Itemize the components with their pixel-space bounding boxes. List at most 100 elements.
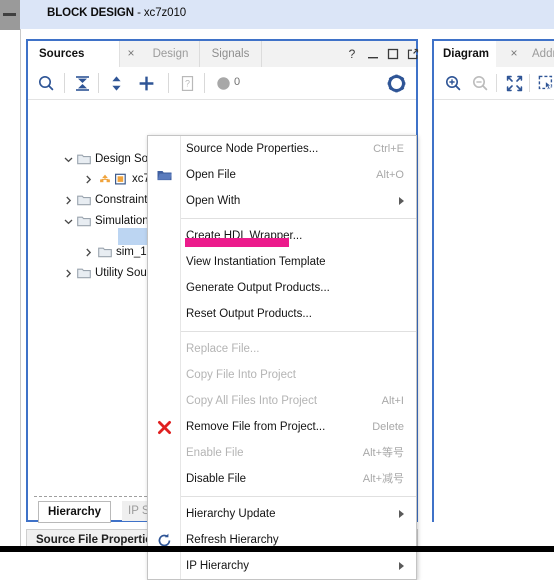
chevron-down-icon[interactable] — [63, 154, 74, 165]
red-x-icon — [156, 419, 173, 436]
maximize-icon[interactable] — [385, 46, 401, 62]
menu-item-generate-output-products[interactable]: Generate Output Products... — [148, 275, 416, 301]
chevron-right-icon[interactable] — [63, 268, 74, 279]
source-file-properties-title: Source File Propertie — [36, 534, 152, 546]
menu-item-shortcut: Alt+I — [381, 395, 404, 407]
menu-separator — [180, 331, 416, 332]
menu-item-hierarchy-update[interactable]: Hierarchy Update — [148, 501, 416, 527]
menu-item-shortcut: Alt+O — [376, 169, 404, 181]
close-icon[interactable]: × — [124, 46, 138, 60]
menu-item-label: IP Hierarchy — [186, 560, 250, 572]
menu-item-label: Reset Output Products... — [186, 308, 312, 320]
settings-gear-icon[interactable] — [386, 73, 407, 94]
menu-item-label: Open With — [186, 195, 241, 207]
context-menu[interactable]: Source Node Properties... Ctrl+E Open Fi… — [147, 135, 417, 580]
tree-label: sim_1 — [116, 246, 147, 258]
zoom-in-icon[interactable] — [443, 73, 464, 94]
left-vertical-rail — [0, 0, 21, 552]
menu-item-remove-file-from-project[interactable]: Remove File from Project... Delete — [148, 414, 416, 440]
status-dot-icon — [213, 73, 234, 94]
page-title-label: BLOCK DESIGN — [47, 7, 134, 19]
menu-item-shortcut: Ctrl+E — [373, 143, 404, 155]
tab-signals[interactable]: Signals — [200, 41, 262, 67]
diagram-tabbar: Diagram × Addr — [434, 41, 554, 68]
menu-item-enable-file: Enable File Alt+等号 — [148, 440, 416, 466]
select-area-icon[interactable] — [536, 73, 554, 94]
menu-separator — [180, 496, 416, 497]
diagram-toolbar — [434, 67, 554, 100]
menu-item-label: Remove File from Project... — [186, 421, 326, 433]
tab-address-editor[interactable]: Addr — [526, 41, 554, 67]
help-icon[interactable]: ? — [344, 46, 360, 62]
magenta-highlight-annotation — [185, 238, 289, 247]
svg-text:?: ? — [185, 78, 190, 88]
block-design-icon — [98, 173, 112, 185]
menu-separator — [180, 218, 416, 219]
submenu-arrow-icon — [399, 562, 404, 570]
chevron-right-icon[interactable] — [83, 247, 94, 258]
menu-item-open-with[interactable]: Open With — [148, 188, 416, 214]
chevron-right-icon[interactable] — [83, 174, 94, 185]
menu-item-copy-all-files-into-project: Copy All Files Into Project Alt+I — [148, 388, 416, 414]
menu-item-label: Replace File... — [186, 343, 260, 355]
bottom-black-bar — [0, 546, 554, 552]
chevron-right-icon[interactable] — [63, 195, 74, 206]
menu-item-label: Enable File — [186, 447, 244, 459]
expand-collapse-icon[interactable] — [106, 73, 127, 94]
page-title-separator: - — [133, 7, 144, 19]
menu-item-open-file[interactable]: Open File Alt+O — [148, 162, 416, 188]
folder-icon — [77, 153, 91, 165]
sources-toolbar: ? 0 — [28, 67, 416, 100]
menu-item-label: Disable File — [186, 473, 247, 485]
report-icon: ? — [177, 73, 198, 94]
menu-item-shortcut: Alt+减号 — [362, 473, 404, 485]
tree-label: Constraints — [95, 194, 154, 206]
page-title-device: xc7z010 — [143, 7, 187, 19]
minimize-dash-icon — [3, 13, 16, 16]
float-window-icon[interactable] — [405, 46, 421, 62]
folder-icon — [98, 246, 112, 258]
page-title: BLOCK DESIGN - xc7z010 — [47, 7, 186, 19]
zoom-fit-icon[interactable] — [504, 73, 525, 94]
minimize-icon[interactable] — [365, 46, 381, 62]
menu-item-shortcut: Alt+等号 — [362, 447, 404, 459]
zoom-out-icon — [470, 73, 491, 94]
menu-item-label: View Instantiation Template — [186, 256, 326, 268]
submenu-arrow-icon — [399, 510, 404, 518]
menu-item-label: Open File — [186, 169, 236, 181]
menu-item-source-node-properties[interactable]: Source Node Properties... Ctrl+E — [148, 136, 416, 162]
menu-item-label: Copy File Into Project — [186, 369, 296, 381]
collapse-all-icon[interactable] — [72, 73, 93, 94]
sources-tabbar: Sources × Design Signals ? — [28, 41, 419, 68]
menu-item-label: Source Node Properties... — [186, 143, 319, 155]
bd-file-icon — [114, 173, 128, 185]
tab-sources[interactable]: Sources — [28, 41, 120, 67]
status-count: 0 — [234, 76, 241, 88]
tab-hierarchy[interactable]: Hierarchy — [38, 501, 112, 523]
menu-item-shortcut: Delete — [372, 421, 404, 433]
folder-icon — [77, 194, 91, 206]
submenu-arrow-icon — [399, 197, 404, 205]
folder-icon — [77, 215, 91, 227]
block-design-titlebar: BLOCK DESIGN - xc7z010 — [20, 0, 554, 29]
tab-diagram[interactable]: Diagram — [434, 41, 496, 67]
open-folder-icon — [156, 167, 173, 184]
menu-item-label: Generate Output Products... — [186, 282, 330, 294]
chevron-down-icon[interactable] — [63, 216, 74, 227]
folder-icon — [77, 267, 91, 279]
menu-item-label: Hierarchy Update — [186, 508, 276, 520]
menu-item-copy-file-into-project: Copy File Into Project — [148, 362, 416, 388]
menu-item-disable-file[interactable]: Disable File Alt+减号 — [148, 466, 416, 492]
rail-collapse-button[interactable] — [0, 0, 20, 30]
menu-item-label: Copy All Files Into Project — [186, 395, 318, 407]
tab-design[interactable]: Design — [142, 41, 200, 67]
search-icon[interactable] — [36, 73, 57, 94]
menu-item-ip-hierarchy[interactable]: IP Hierarchy — [148, 553, 416, 579]
menu-item-reset-output-products[interactable]: Reset Output Products... — [148, 301, 416, 327]
menu-item-label: Refresh Hierarchy — [186, 534, 279, 546]
menu-item-replace-file: Replace File... — [148, 336, 416, 362]
add-sources-icon[interactable] — [136, 73, 157, 94]
diagram-panel: Diagram × Addr — [432, 39, 554, 522]
close-icon[interactable]: × — [507, 46, 521, 60]
menu-item-view-instantiation-template[interactable]: View Instantiation Template — [148, 249, 416, 275]
